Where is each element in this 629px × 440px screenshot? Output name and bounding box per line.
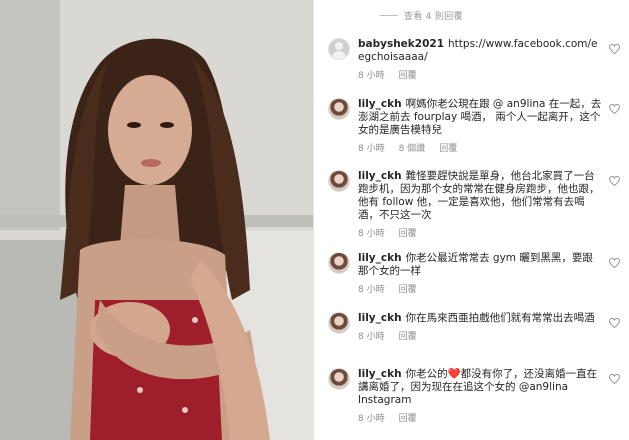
reply-button[interactable]: 回覆 [399, 68, 417, 81]
comment-meta: 8 小時 回覆 [358, 329, 602, 342]
comment-meta: 8 小時 回覆 [358, 282, 602, 295]
reply-button[interactable]: 回覆 [399, 282, 417, 295]
comment-body: 你在馬來西亜拍戲他们就有常常出去喝酒 [405, 312, 595, 324]
replies-divider [380, 15, 398, 16]
view-replies-label: 查看 4 則回覆 [404, 12, 463, 22]
comment-body-start: 你老公的 [405, 368, 448, 380]
comment-time: 8 小時 [358, 144, 385, 154]
user-avatar[interactable] [328, 98, 350, 120]
reply-button[interactable]: 回覆 [439, 141, 457, 154]
user-avatar[interactable] [328, 368, 350, 390]
heart-outline-icon[interactable] [609, 104, 620, 114]
default-avatar-icon[interactable] [328, 38, 350, 60]
comment-time: 8 小時 [358, 332, 385, 342]
view-replies-link[interactable]: 查看 4 則回覆 [380, 9, 463, 22]
user-avatar[interactable] [328, 312, 350, 334]
like-count[interactable]: 8 個讚 [399, 141, 426, 154]
comment-meta: 8 小時 回覆 [358, 226, 602, 239]
comment-time: 8 小時 [358, 71, 385, 81]
comment-username[interactable]: lily_ckh [358, 368, 402, 380]
user-avatar[interactable] [328, 252, 350, 274]
comment-meta: 8 小時 回覆 [358, 411, 602, 424]
comment-text: lily_ckh 難怪要趕快說是單身，他台北家買了一台跑步机，因为那个女的常常在健… [358, 170, 602, 222]
comment-username[interactable]: babyshek2021 [358, 38, 444, 50]
portrait-illustration [0, 0, 313, 440]
comment-text: lily_ckh 你老公最近常常去 gym 曬到黑黑，要跟那个女的一样 [358, 252, 602, 278]
comment-meta: 8 小時 回覆 [358, 68, 602, 81]
post-photo [0, 0, 313, 440]
comment-username[interactable]: lily_ckh [358, 98, 402, 110]
comment-time: 8 小時 [358, 414, 385, 424]
comment-username[interactable]: lily_ckh [358, 170, 402, 182]
comments-panel: 查看 4 則回覆 babyshek2021 https://www.faceboo… [313, 0, 629, 440]
heart-outline-icon[interactable] [609, 44, 620, 54]
user-avatar[interactable] [328, 170, 350, 192]
red-heart-emoji: ❤️ [447, 368, 461, 380]
comment-username[interactable]: lily_ckh [358, 312, 402, 324]
comment-text: babyshek2021 https://www.facebook.com/eeg… [358, 38, 602, 64]
heart-outline-icon[interactable] [609, 374, 620, 384]
heart-outline-icon[interactable] [609, 176, 620, 186]
comment-text: lily_ckh 啊媽你老公現在跟 @ an9lina 在一起，去澎湖之前去 fo… [358, 98, 602, 137]
comment-time: 8 小時 [358, 285, 385, 295]
comment-text: lily_ckh 你老公的❤️都没有你了，还没离婚一直在講离婚了，因为现在在追这个… [358, 368, 602, 407]
reply-button[interactable]: 回覆 [399, 411, 417, 424]
comment-meta: 8 小時 8 個讚 回覆 [358, 141, 602, 154]
comment-text: lily_ckh 你在馬來西亜拍戲他们就有常常出去喝酒 [358, 312, 602, 325]
comment-time: 8 小時 [358, 229, 385, 239]
reply-button[interactable]: 回覆 [399, 226, 417, 239]
comment-username[interactable]: lily_ckh [358, 252, 402, 264]
heart-outline-icon[interactable] [609, 258, 620, 268]
heart-outline-icon[interactable] [609, 318, 620, 328]
reply-button[interactable]: 回覆 [399, 329, 417, 342]
